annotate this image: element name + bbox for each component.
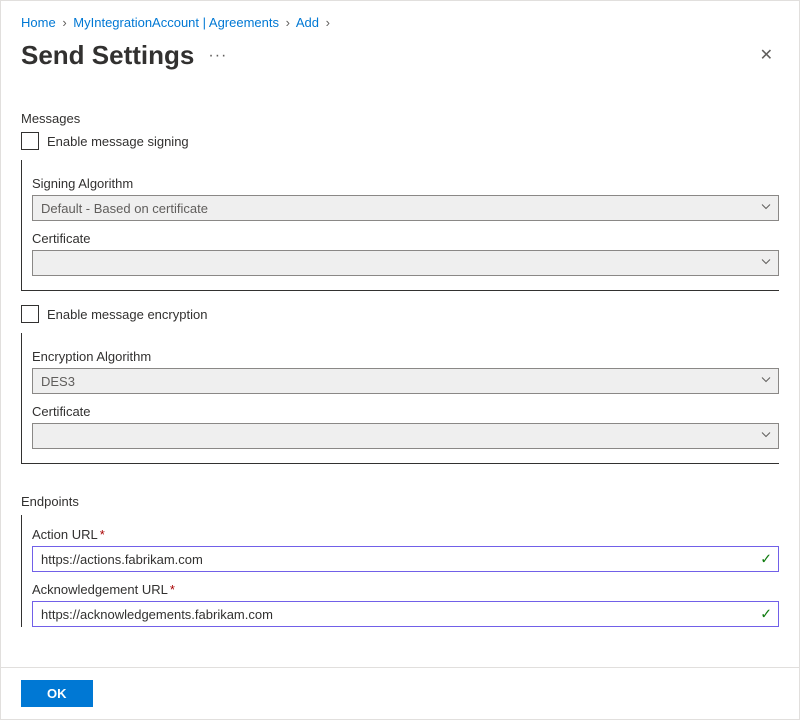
enable-message-signing-checkbox[interactable]: Enable message signing xyxy=(21,132,779,150)
messages-section-title: Messages xyxy=(21,111,779,126)
signing-block: Signing Algorithm Default - Based on cer… xyxy=(21,160,779,291)
endpoints-section-title: Endpoints xyxy=(21,494,779,509)
chevron-right-icon: › xyxy=(62,15,66,30)
close-icon[interactable]: ✕ xyxy=(754,42,779,70)
chevron-down-icon xyxy=(760,374,772,389)
checkbox-icon xyxy=(21,305,39,323)
more-icon[interactable]: ··· xyxy=(208,47,227,65)
action-url-input[interactable] xyxy=(41,552,770,567)
content: Messages Enable message signing Signing … xyxy=(1,81,799,627)
checkmark-icon: ✓ xyxy=(760,551,772,568)
signing-algorithm-label: Signing Algorithm xyxy=(32,176,779,191)
footer: OK xyxy=(1,667,799,719)
chevron-down-icon xyxy=(760,256,772,271)
enable-message-encryption-checkbox[interactable]: Enable message encryption xyxy=(21,305,779,323)
action-url-label: Action URL* xyxy=(32,527,779,542)
required-indicator: * xyxy=(170,582,175,597)
page-title: Send Settings xyxy=(21,40,194,71)
enable-message-encryption-label: Enable message encryption xyxy=(47,307,207,322)
checkbox-icon xyxy=(21,132,39,150)
chevron-right-icon: › xyxy=(326,15,330,30)
chevron-right-icon: › xyxy=(286,15,290,30)
breadcrumb-home[interactable]: Home xyxy=(21,15,56,30)
endpoints-block: Action URL* ✓ Acknowledgement URL* ✓ xyxy=(21,515,779,627)
acknowledgement-url-input[interactable] xyxy=(41,607,770,622)
breadcrumb-add[interactable]: Add xyxy=(296,15,319,30)
enable-message-signing-label: Enable message signing xyxy=(47,134,189,149)
chevron-down-icon xyxy=(760,429,772,444)
encryption-algorithm-value: DES3 xyxy=(41,374,75,389)
checkmark-icon: ✓ xyxy=(760,606,772,623)
header: Send Settings ··· ✕ xyxy=(1,36,799,81)
breadcrumb: Home › MyIntegrationAccount | Agreements… xyxy=(1,1,799,36)
required-indicator: * xyxy=(100,527,105,542)
encryption-certificate-select[interactable] xyxy=(32,423,779,449)
signing-certificate-select[interactable] xyxy=(32,250,779,276)
ok-button[interactable]: OK xyxy=(21,680,93,707)
acknowledgement-url-label: Acknowledgement URL* xyxy=(32,582,779,597)
breadcrumb-integration-account[interactable]: MyIntegrationAccount | Agreements xyxy=(73,15,279,30)
signing-algorithm-value: Default - Based on certificate xyxy=(41,201,208,216)
action-url-input-wrapper: ✓ xyxy=(32,546,779,572)
encryption-certificate-label: Certificate xyxy=(32,404,779,419)
encryption-algorithm-label: Encryption Algorithm xyxy=(32,349,779,364)
encryption-algorithm-select[interactable]: DES3 xyxy=(32,368,779,394)
chevron-down-icon xyxy=(760,201,772,216)
signing-algorithm-select[interactable]: Default - Based on certificate xyxy=(32,195,779,221)
acknowledgement-url-input-wrapper: ✓ xyxy=(32,601,779,627)
signing-certificate-label: Certificate xyxy=(32,231,779,246)
encryption-block: Encryption Algorithm DES3 Certificate xyxy=(21,333,779,464)
